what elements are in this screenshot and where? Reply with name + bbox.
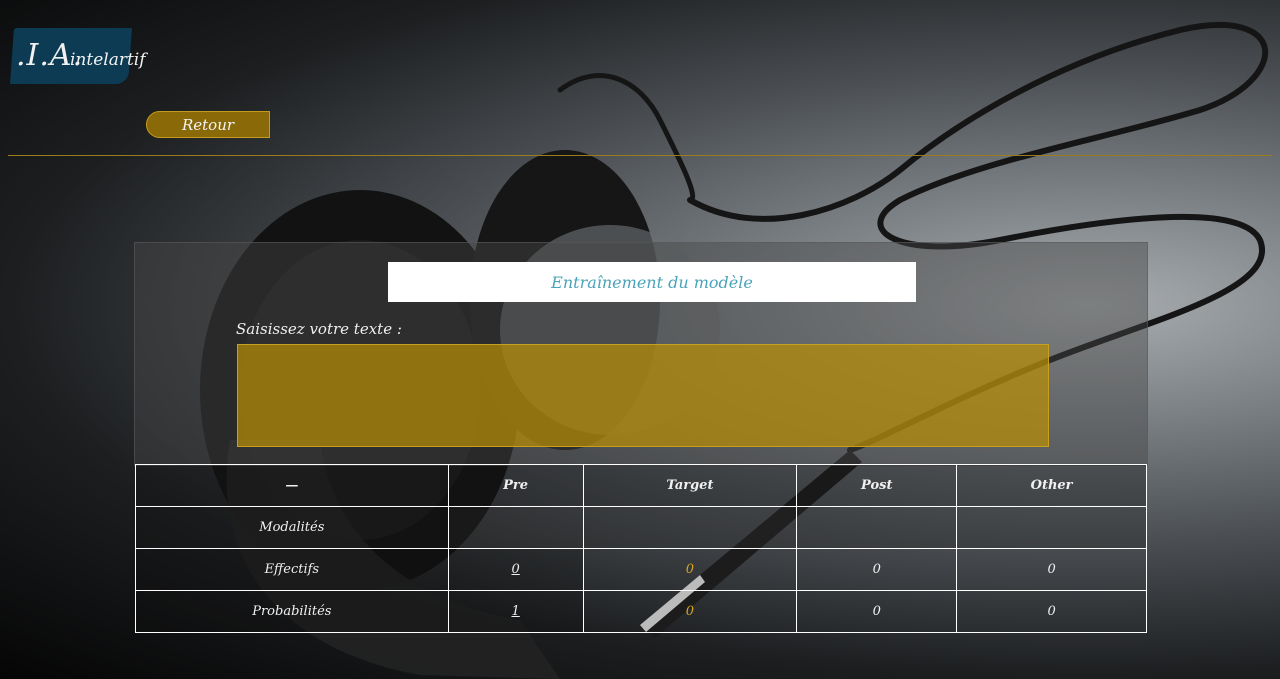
logo[interactable]: .I.A. intelartif — [10, 28, 152, 86]
cell-pre-link[interactable]: 0 — [511, 562, 519, 577]
header-divider — [8, 155, 1272, 156]
cell-post — [796, 506, 958, 549]
header-post: Post — [796, 464, 958, 507]
text-input[interactable] — [237, 344, 1049, 447]
cell-pre — [447, 506, 584, 549]
cell-other — [956, 506, 1147, 549]
header-corner: — — [135, 464, 449, 507]
cell-target: 0 — [582, 548, 798, 591]
cell-post: 0 — [796, 590, 958, 633]
cell-target: 0 — [582, 590, 798, 633]
cell-other: 0 — [956, 590, 1147, 633]
page-title: Entraînement du modèle — [388, 262, 916, 302]
results-table: — Pre Target Post Other Modalités Effect… — [135, 464, 1147, 633]
header-other: Other — [956, 464, 1147, 507]
back-button[interactable]: Retour — [146, 111, 270, 138]
row-label: Modalités — [135, 506, 449, 549]
cell-target — [582, 506, 798, 549]
table-header-row: — Pre Target Post Other — [135, 464, 1147, 507]
row-label: Probabilités — [135, 590, 449, 633]
cell-pre-link[interactable]: 1 — [511, 604, 519, 619]
header-target: Target — [582, 464, 798, 507]
table-row-effectifs: Effectifs 0 0 0 0 — [135, 548, 1147, 591]
table-row-modalites: Modalités — [135, 506, 1147, 549]
table-row-probabilites: Probabilités 1 0 0 0 — [135, 590, 1147, 633]
row-label: Effectifs — [135, 548, 449, 591]
logo-name: intelartif — [70, 50, 146, 70]
text-input-label: Saisissez votre texte : — [236, 320, 402, 338]
cell-other: 0 — [956, 548, 1147, 591]
cell-pre: 0 — [447, 548, 584, 591]
cell-post: 0 — [796, 548, 958, 591]
cell-pre: 1 — [447, 590, 584, 633]
header-pre: Pre — [447, 464, 584, 507]
